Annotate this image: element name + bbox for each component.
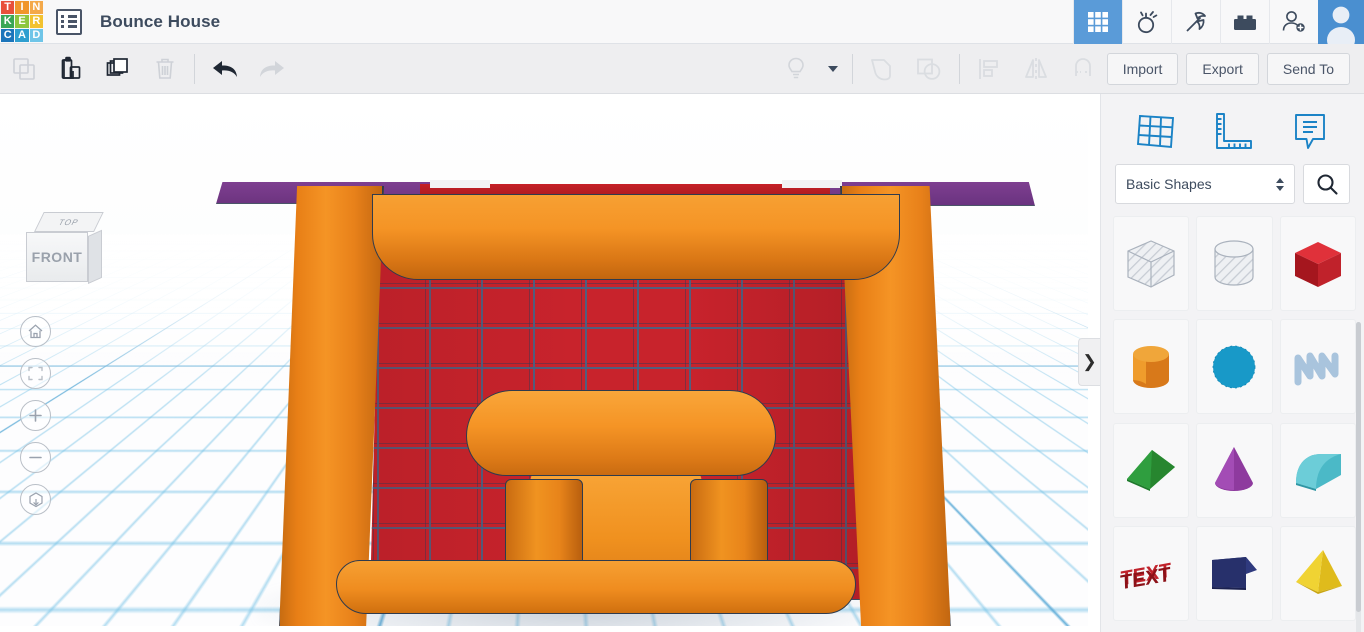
ungroup-button[interactable] (906, 44, 953, 94)
designs-grid-icon[interactable] (1073, 0, 1122, 44)
zoom-in-button[interactable] (20, 400, 51, 431)
bottom-beam (336, 560, 856, 614)
panel-tool-row (1101, 94, 1364, 164)
lego-brick-icon[interactable] (1220, 0, 1269, 44)
fit-to-view-button[interactable] (20, 358, 51, 389)
zoom-out-button[interactable] (20, 442, 51, 473)
bounce-house-3d-model[interactable] (0, 94, 1088, 626)
panel-scrollbar-thumb[interactable] (1356, 322, 1361, 612)
import-button[interactable]: Import (1106, 52, 1179, 85)
edit-toolbar: Import Export Send To (0, 44, 1364, 94)
home-view-button[interactable] (20, 316, 51, 347)
spinner-arrows-icon (1276, 177, 1284, 191)
cylinder-hole-shape[interactable] (1196, 216, 1273, 311)
view-orientation-cube[interactable]: TOP FRONT (26, 212, 104, 292)
clipboard-tools (0, 44, 188, 94)
document-list-icon[interactable] (56, 8, 82, 35)
logo-letter: C (1, 29, 15, 43)
top-beam (372, 194, 900, 280)
toolbar-divider (958, 53, 960, 84)
chevron-down-icon (827, 65, 838, 72)
codeblocks-icon[interactable] (1122, 0, 1171, 44)
ortho-perspective-toggle[interactable] (20, 484, 51, 515)
shape-category-row: Basic Shapes (1101, 164, 1364, 216)
toolbar-divider (851, 53, 853, 84)
logo-letter: E (15, 14, 29, 29)
send-to-button[interactable]: Send To (1266, 52, 1350, 85)
logo-letter: N (29, 0, 43, 14)
logo-letter: R (29, 14, 43, 29)
view-cube-side-face[interactable] (88, 229, 102, 284)
scribble-shape[interactable] (1279, 319, 1356, 415)
logo-letter: K (1, 14, 15, 29)
toolbar-divider (194, 53, 195, 84)
view-cube-front-face[interactable]: FRONT (26, 232, 88, 282)
page-title: Bounce House (100, 11, 221, 31)
sphere-shape[interactable] (1196, 319, 1273, 415)
design-viewport[interactable]: TOP FRONT (0, 94, 1088, 626)
redo-button[interactable] (248, 44, 295, 94)
note-callout-icon[interactable] (1284, 110, 1336, 154)
magnet-button[interactable] (1060, 44, 1107, 94)
copy-button[interactable] (0, 44, 47, 94)
history-tools (201, 44, 295, 94)
paste-button[interactable] (47, 44, 94, 94)
view-cube-top-face[interactable]: TOP (34, 212, 104, 232)
shape-edit-tools (773, 44, 1107, 94)
middle-crossbar (466, 390, 776, 476)
duplicate-button[interactable] (94, 44, 141, 94)
import-export-group: Import Export Send To (1106, 52, 1364, 85)
cone-shape[interactable] (1196, 422, 1273, 518)
round-roof-shape[interactable] (1279, 422, 1356, 518)
shapes-panel: Basic Shapes TEXT TEXT (1100, 94, 1364, 632)
viewport-nav-controls (20, 316, 52, 526)
group-button[interactable] (859, 44, 906, 94)
mirror-button[interactable] (1013, 44, 1060, 94)
logo-letter: I (15, 0, 29, 14)
shape-category-select[interactable]: Basic Shapes (1115, 164, 1295, 204)
pickaxe-minecraft-icon[interactable] (1171, 0, 1220, 44)
logo-letter: A (15, 29, 29, 43)
tinkercad-app: T I N K E R C A D Bounce House Import Ex… (0, 0, 1364, 632)
export-button[interactable]: Export (1186, 52, 1259, 85)
pyramid-shape[interactable] (1279, 525, 1356, 621)
tinkercad-logo[interactable]: T I N K E R C A D (0, 0, 44, 44)
roof-gap (782, 180, 842, 188)
logo-letter: T (1, 0, 15, 14)
shape-library-grid: TEXT TEXT (1101, 216, 1364, 622)
roof-shape[interactable] (1113, 422, 1190, 518)
align-button[interactable] (966, 44, 1013, 94)
avatar[interactable] (1318, 0, 1364, 44)
delete-button[interactable] (141, 44, 188, 94)
box-hole-shape[interactable] (1113, 216, 1190, 311)
lightbulb-button[interactable] (773, 44, 820, 94)
wedge-shape[interactable] (1196, 525, 1273, 621)
roof-gap (430, 180, 490, 188)
ruler-icon[interactable] (1207, 110, 1259, 154)
cylinder-shape[interactable] (1113, 319, 1190, 415)
shape-category-value: Basic Shapes (1126, 176, 1212, 192)
app-header: T I N K E R C A D Bounce House (0, 0, 1364, 44)
invite-person-icon[interactable] (1269, 0, 1318, 44)
logo-letter: D (29, 29, 43, 43)
workplane-grid-icon[interactable] (1130, 110, 1182, 154)
box-shape[interactable] (1279, 216, 1356, 311)
lightbulb-dropdown[interactable] (820, 44, 846, 94)
undo-button[interactable] (201, 44, 248, 94)
text-shape[interactable]: TEXT TEXT (1113, 525, 1190, 621)
header-icon-bar (1073, 0, 1364, 44)
collapse-panel-handle[interactable]: ❯ (1078, 338, 1100, 386)
search-shapes-button[interactable] (1303, 164, 1350, 204)
